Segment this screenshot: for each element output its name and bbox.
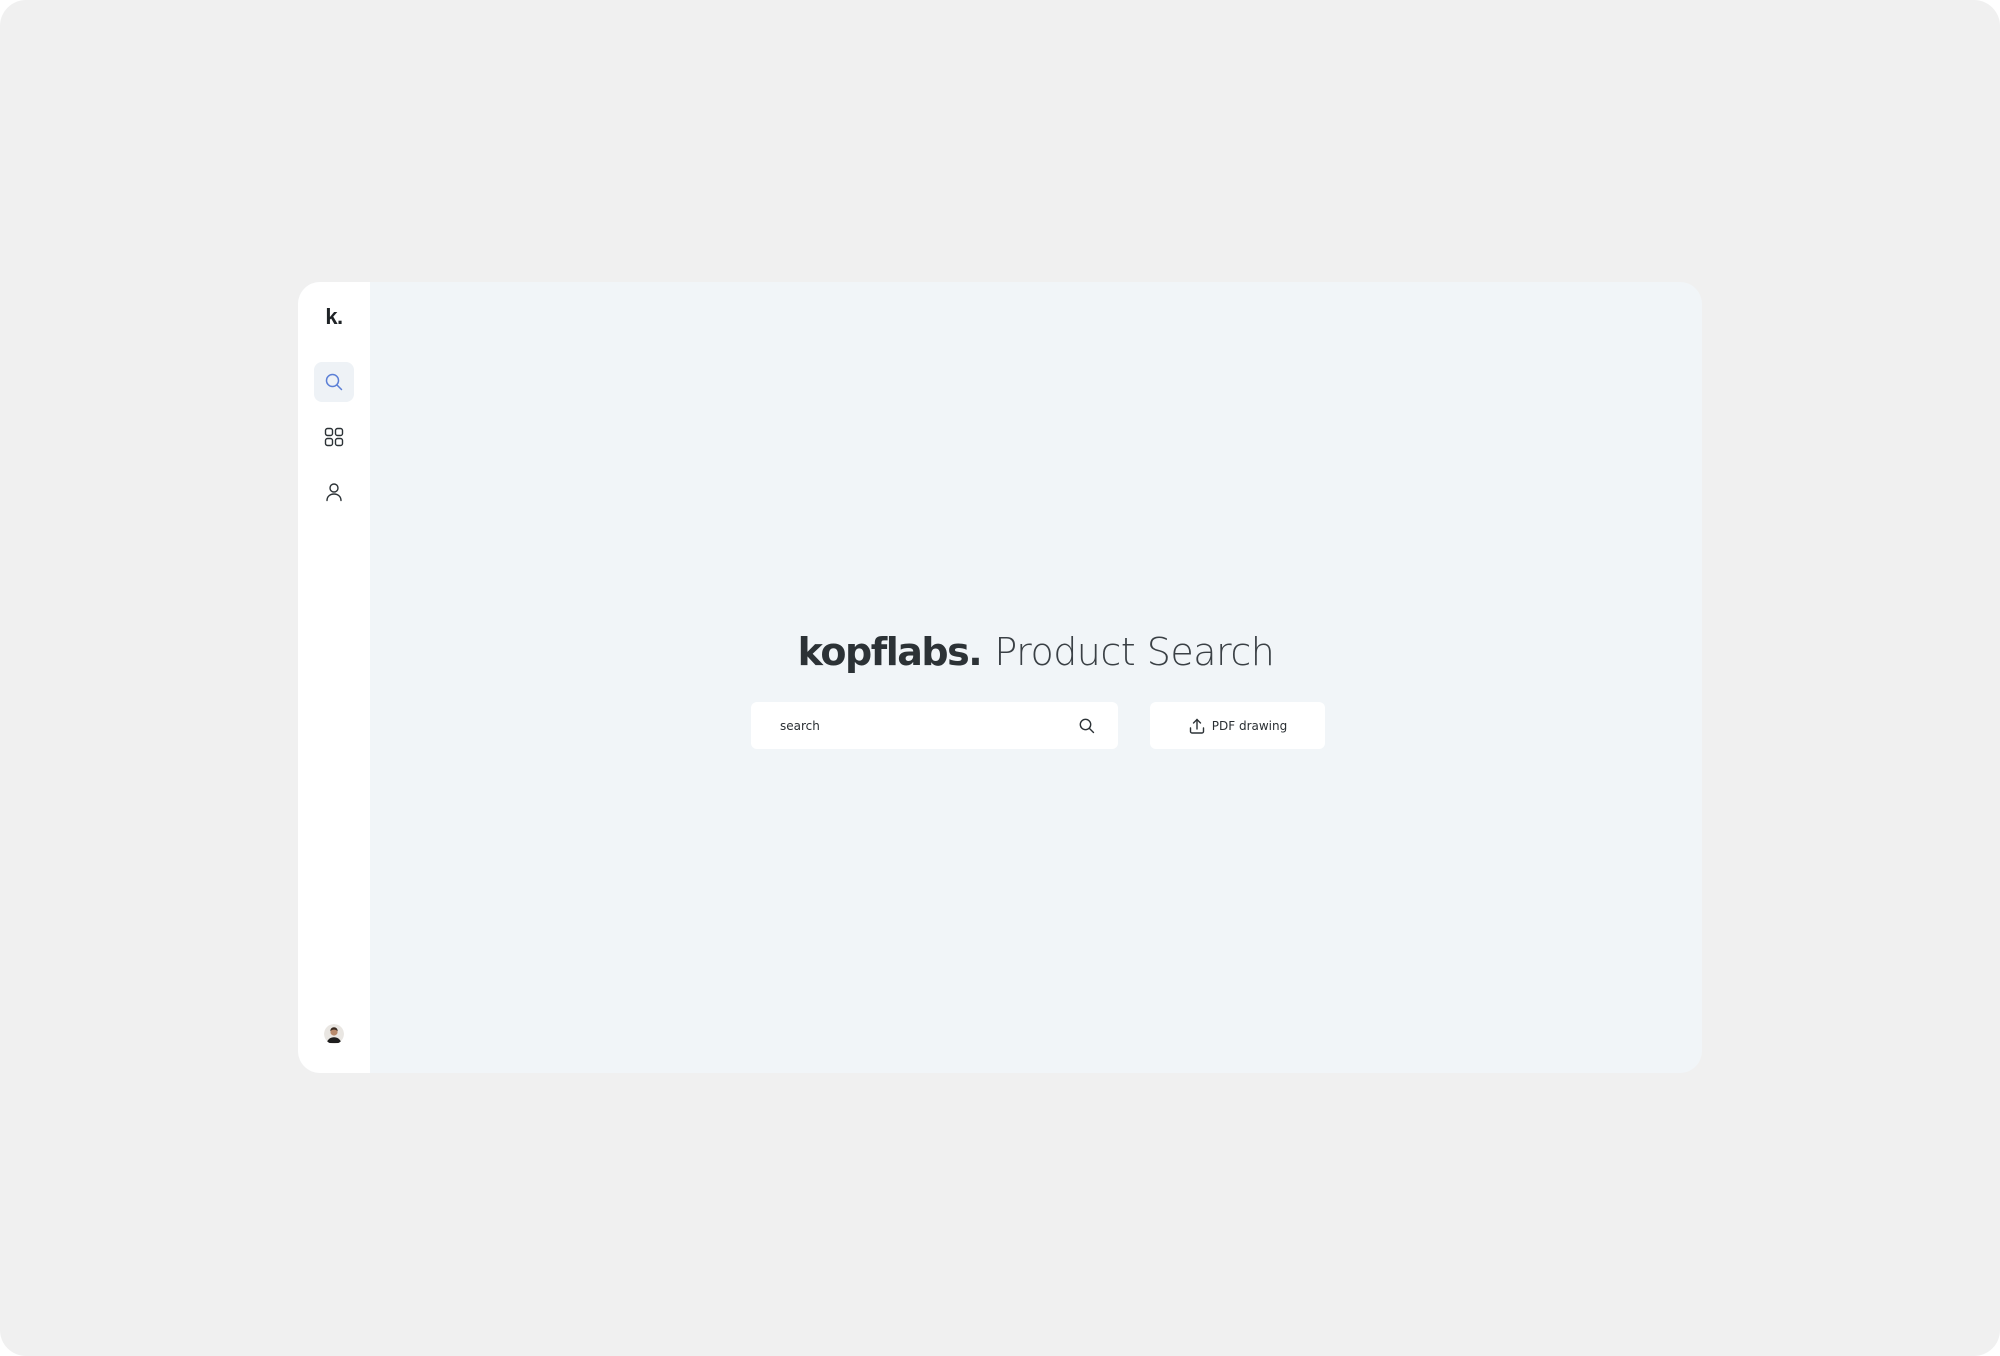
avatar[interactable] — [324, 1024, 344, 1044]
page-title: kopflabs. Product Search — [370, 630, 1702, 674]
app-logo[interactable]: k. — [298, 304, 370, 330]
avatar-image — [324, 1024, 344, 1044]
app-window: k. kopflabs. Product Search search PDF d… — [298, 282, 1702, 1073]
pdf-button-label: PDF drawing — [1211, 718, 1288, 733]
search-box — [751, 702, 1118, 749]
sidebar-item-apps[interactable] — [314, 417, 354, 457]
search-input[interactable] — [780, 710, 1076, 741]
sidebar-item-profile[interactable] — [314, 472, 354, 512]
search-submit-button[interactable] — [1076, 715, 1098, 737]
upload-icon — [1189, 718, 1204, 734]
user-icon — [326, 483, 342, 502]
desktop-background: k. kopflabs. Product Search search PDF d… — [0, 0, 2000, 1356]
search-icon — [1079, 718, 1095, 733]
title-brand: kopflabs. — [797, 630, 983, 675]
sidebar: k. — [298, 282, 370, 1073]
title-text: Product Search — [994, 630, 1275, 675]
pdf-upload-button[interactable]: PDF drawing — [1150, 702, 1325, 749]
sidebar-item-search[interactable] — [314, 362, 354, 402]
search-icon — [325, 373, 343, 391]
grid-icon — [324, 427, 344, 447]
